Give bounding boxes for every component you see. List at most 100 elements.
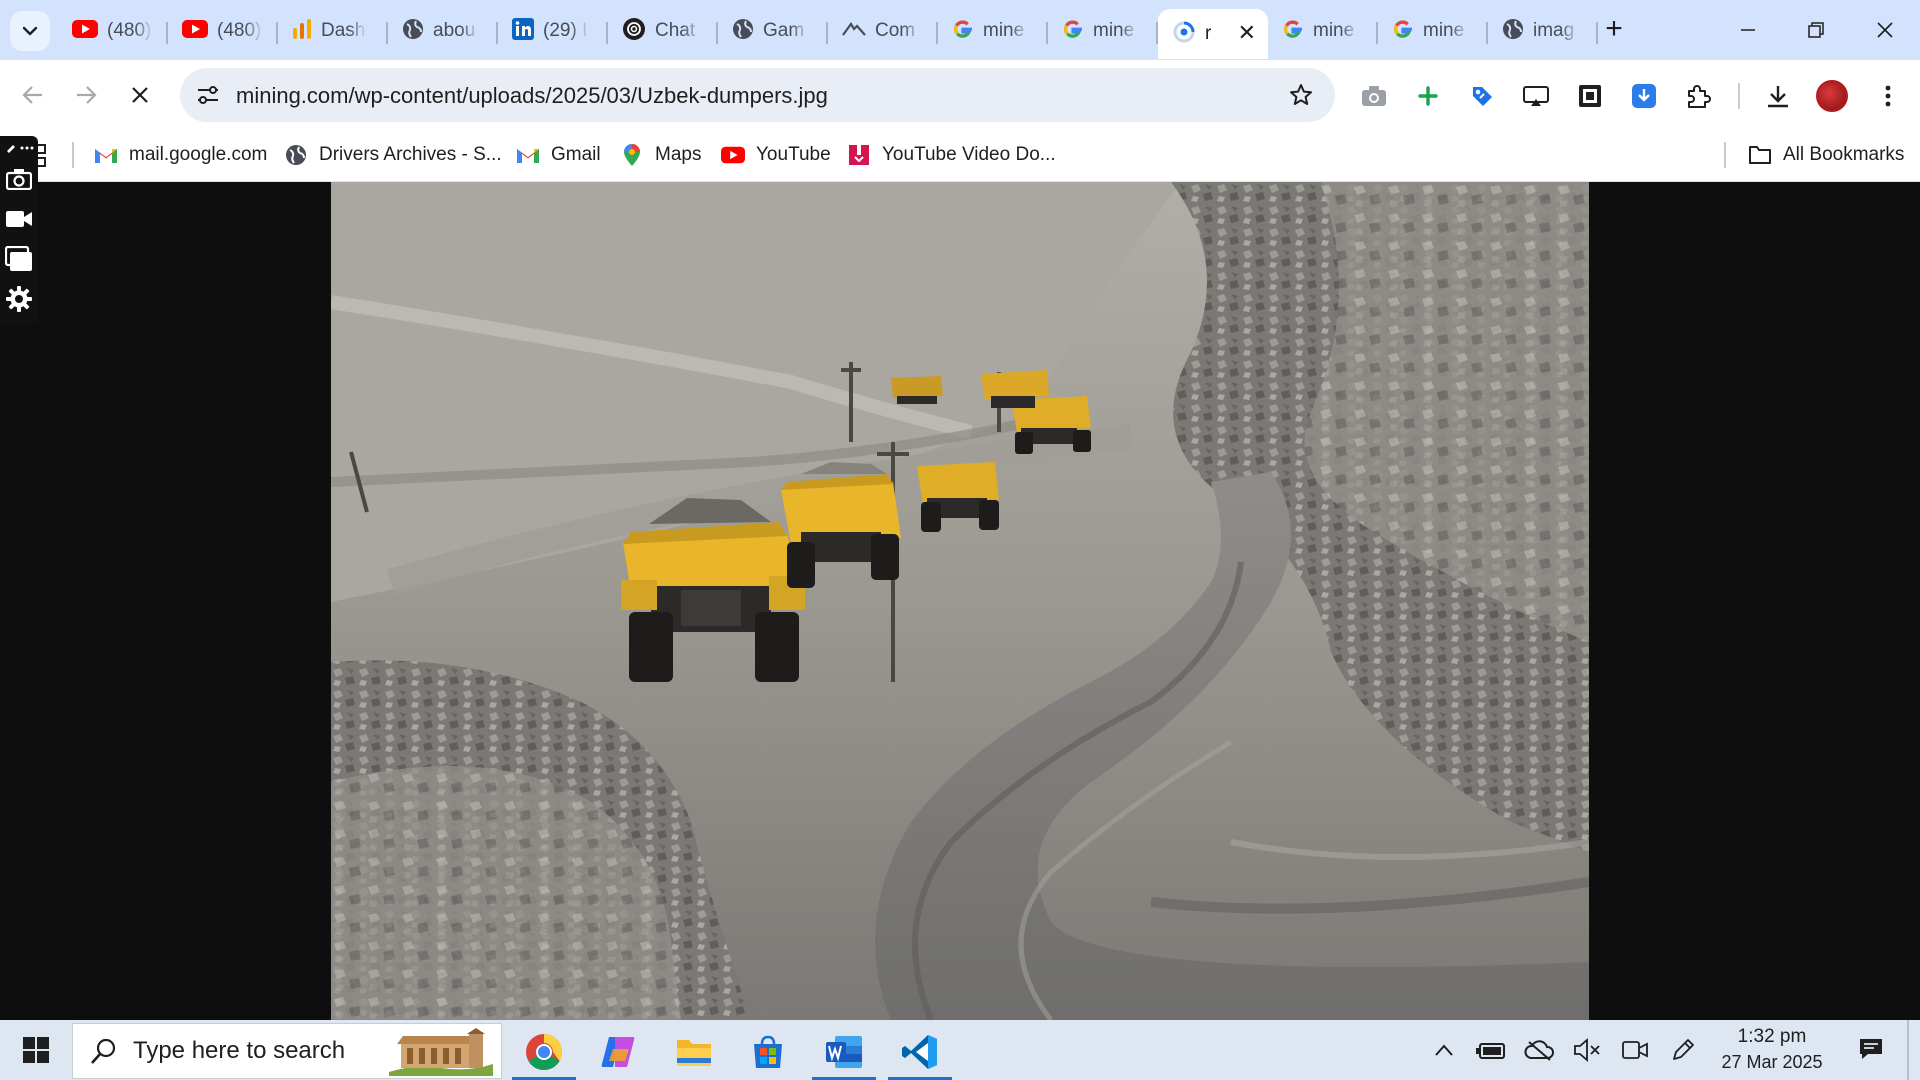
close-window-button[interactable]: [1855, 8, 1915, 52]
restore-icon: [1808, 22, 1824, 38]
taskbar-chrome[interactable]: [508, 1024, 580, 1080]
tab[interactable]: mine: [1048, 10, 1158, 52]
tab[interactable]: mine: [1268, 10, 1378, 52]
gmail-icon: [94, 143, 118, 167]
window-capture-icon[interactable]: [4, 244, 34, 274]
tab[interactable]: mine: [938, 10, 1048, 52]
toolbar-divider: [1738, 83, 1740, 109]
tab[interactable]: imag: [1488, 10, 1598, 52]
settings-gear-icon[interactable]: [4, 284, 34, 314]
forward-arrow-icon: [77, 86, 97, 104]
tab[interactable]: Com: [828, 10, 938, 52]
speaker-muted-icon[interactable]: [1571, 1034, 1603, 1066]
tab[interactable]: (480): [58, 10, 168, 52]
back-button[interactable]: [11, 73, 55, 117]
tab[interactable]: abou: [388, 10, 498, 52]
google-icon: [1282, 18, 1304, 45]
tab-label: Dash: [321, 20, 366, 41]
tab-label: mine: [1423, 20, 1465, 41]
image-viewer: [0, 182, 1920, 1020]
download-extension-icon[interactable]: [1626, 78, 1662, 114]
show-desktop-button[interactable]: [1907, 1020, 1909, 1080]
close-icon: [1877, 22, 1893, 38]
windows-logo-icon: [23, 1037, 49, 1063]
linkedin-icon: [512, 17, 534, 45]
tab-label: (480): [217, 20, 262, 41]
bookmarks-divider: [72, 142, 74, 168]
close-icon[interactable]: ✕: [1238, 22, 1256, 44]
bookmark-item[interactable]: YouTube: [721, 139, 831, 171]
address-bar[interactable]: mining.com/wp-content/uploads/2025/03/Uz…: [180, 68, 1335, 122]
picture-in-picture-icon[interactable]: [1572, 78, 1608, 114]
tab[interactable]: Chat: [608, 10, 718, 52]
forward-button[interactable]: [64, 73, 108, 117]
bookmark-item[interactable]: Drivers Archives - S...: [284, 139, 502, 171]
url-text[interactable]: mining.com/wp-content/uploads/2025/03/Uz…: [236, 83, 828, 109]
search-placeholder: Type here to search: [133, 1037, 346, 1064]
bookmark-star-icon[interactable]: [1285, 79, 1317, 111]
battery-icon[interactable]: [1475, 1034, 1507, 1066]
bookmark-item[interactable]: mail.google.com: [94, 139, 267, 171]
site-info-icon[interactable]: [194, 81, 222, 109]
tab-list: (480) (480) Dash abou (29) I Chat Gam Co…: [58, 9, 1598, 59]
tab[interactable]: mine: [1378, 10, 1488, 52]
chrome-icon: [526, 1034, 563, 1071]
stop-loading-button[interactable]: [118, 73, 162, 117]
tab-label: r: [1205, 23, 1212, 44]
clock-date: 27 Mar 2025: [1721, 1052, 1823, 1072]
taskbar-search-box[interactable]: Type here to search: [72, 1023, 502, 1079]
tab[interactable]: Gam: [718, 10, 828, 52]
tab-strip: (480) (480) Dash abou (29) I Chat Gam Co…: [0, 0, 1920, 60]
windows-start-button[interactable]: [12, 1030, 60, 1070]
tab-label: Chat: [655, 20, 696, 41]
youtube-icon: [72, 19, 98, 43]
bookmark-item[interactable]: Gmail: [516, 139, 601, 171]
tab-search-button[interactable]: [10, 11, 50, 51]
minimize-button[interactable]: [1718, 8, 1778, 52]
apps-grid-icon[interactable]: [36, 138, 52, 174]
gmail-icon: [516, 143, 540, 167]
store-icon: [754, 1035, 782, 1068]
drag-handle-icon[interactable]: [4, 136, 34, 160]
restore-button[interactable]: [1786, 8, 1846, 52]
word-icon: [826, 1036, 862, 1068]
tag-extension-icon[interactable]: [1464, 78, 1500, 114]
onedrive-cloud-icon[interactable]: [1523, 1034, 1555, 1066]
record-video-icon[interactable]: [4, 204, 34, 234]
all-bookmarks-button[interactable]: All Bookmarks: [1748, 139, 1904, 171]
tab[interactable]: (480): [168, 10, 278, 52]
meet-now-icon[interactable]: [1619, 1034, 1651, 1066]
chevron-up-icon[interactable]: [1428, 1034, 1460, 1066]
bookmarks-bar: mail.google.com Drivers Archives - S... …: [0, 130, 1920, 182]
plus-extension-icon[interactable]: [1410, 78, 1446, 114]
clock-time: 1:32 pm: [1737, 1026, 1807, 1047]
globe-icon: [284, 143, 308, 167]
taskbar-clock[interactable]: 1:32 pm 27 Mar 2025: [1712, 1024, 1832, 1076]
bookmark-item[interactable]: YouTube Video Do...: [847, 139, 1056, 171]
extensions-puzzle-icon[interactable]: [1680, 78, 1716, 114]
chevron-down-icon: [22, 26, 38, 36]
tab[interactable]: Dash: [278, 10, 388, 52]
tab[interactable]: (29) I: [498, 10, 608, 52]
taskbar-copilot[interactable]: [582, 1024, 654, 1080]
analytics-icon: [292, 18, 312, 45]
taskbar-word[interactable]: [808, 1024, 880, 1080]
search-icon: [87, 1034, 121, 1068]
bookmark-item[interactable]: Maps: [620, 139, 701, 171]
tab-active[interactable]: r ✕: [1158, 9, 1268, 59]
notification-center-icon[interactable]: [1854, 1032, 1888, 1066]
taskbar-microsoft-store[interactable]: [732, 1024, 804, 1080]
cast-icon[interactable]: [1518, 78, 1554, 114]
windows-taskbar: Type here to search 1:32 pm 27 Mar 2025: [0, 1020, 1920, 1080]
taskbar-file-explorer[interactable]: [658, 1024, 730, 1080]
bookmark-label: Maps: [655, 144, 702, 165]
camera-extension-icon[interactable]: [1356, 78, 1392, 114]
menu-kebab-icon[interactable]: [1870, 78, 1906, 114]
taskbar-vscode[interactable]: [884, 1024, 956, 1080]
screenshot-camera-icon[interactable]: [4, 164, 34, 194]
folder-icon: [1748, 143, 1772, 167]
profile-avatar[interactable]: [1816, 80, 1848, 112]
downloads-icon[interactable]: [1760, 78, 1796, 114]
pen-ink-icon[interactable]: [1667, 1034, 1699, 1066]
new-tab-button[interactable]: +: [1597, 12, 1631, 46]
